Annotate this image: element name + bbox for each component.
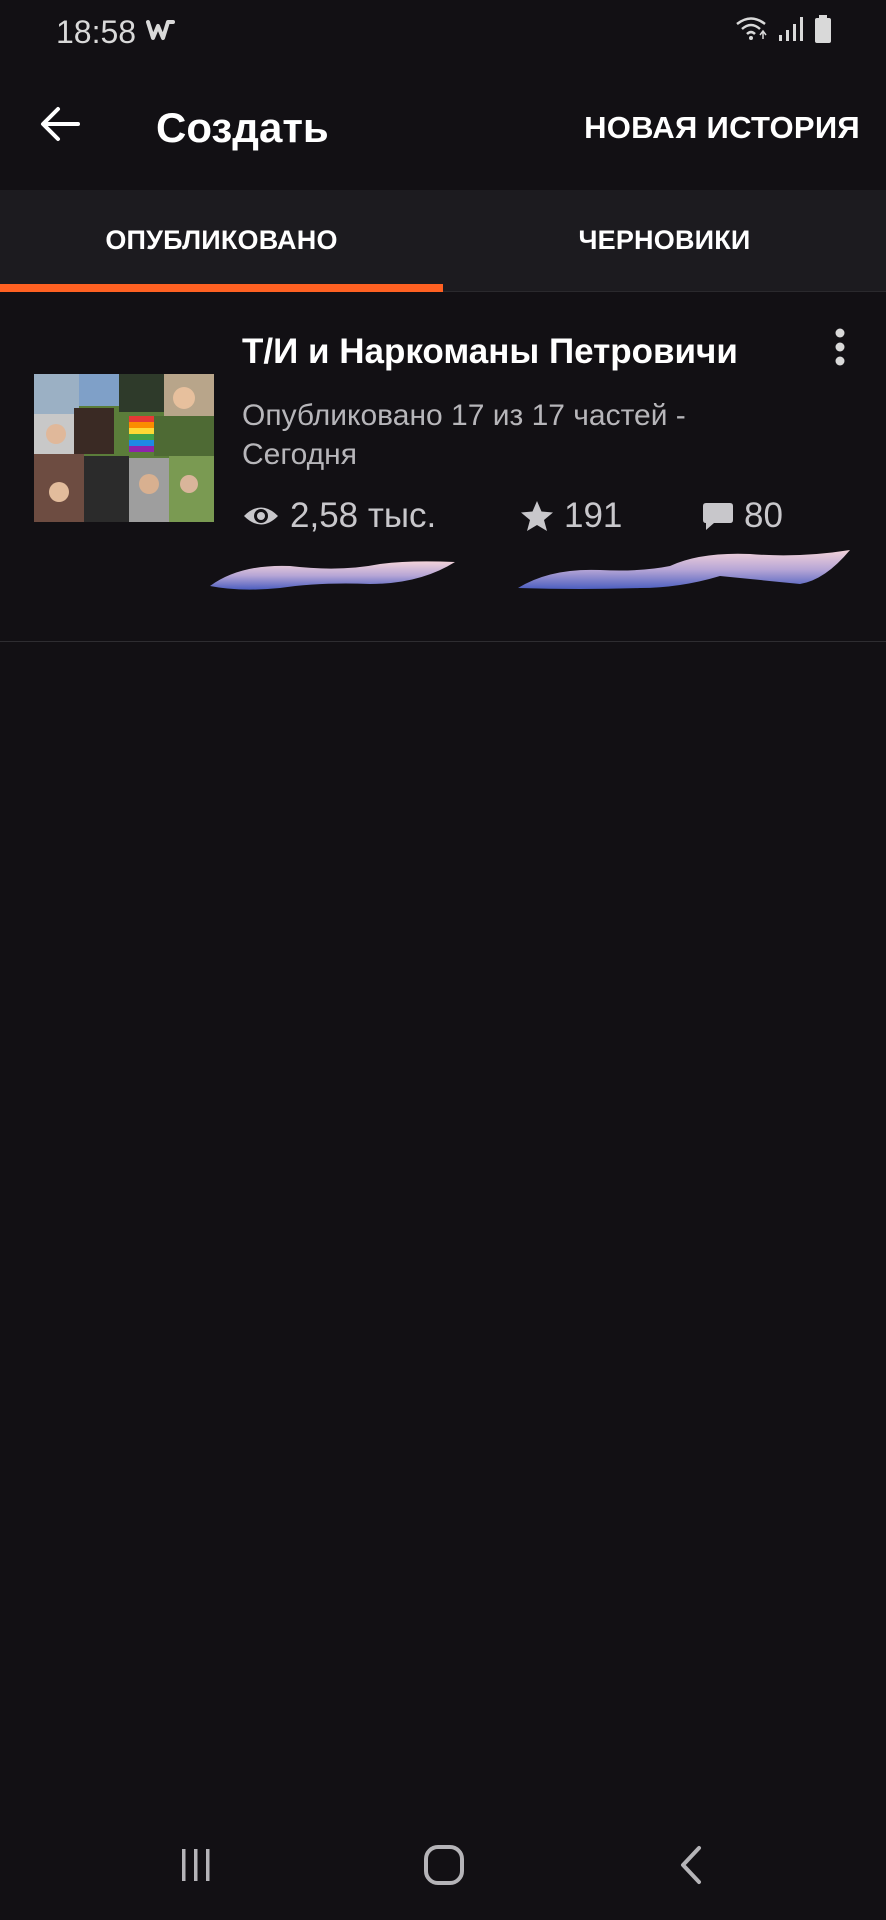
- story-card[interactable]: Т/И и Наркоманы Петровичи Опубликовано 1…: [0, 292, 886, 642]
- tab-indicator: [0, 284, 443, 292]
- redaction-scribble: [210, 550, 850, 590]
- story-meta: Опубликовано 17 из 17 частей - Сегодня: [242, 399, 686, 471]
- votes-count: 191: [564, 496, 623, 535]
- comments-count: 80: [744, 496, 783, 535]
- back-button[interactable]: [30, 94, 90, 154]
- status-bar: 18:58: [0, 0, 886, 64]
- tab-published[interactable]: ОПУБЛИКОВАНО: [0, 190, 443, 292]
- signal-icon: [778, 15, 804, 48]
- reads-count: 2,58 тыс.: [290, 496, 437, 535]
- tab-bar: ОПУБЛИКОВАНО ЧЕРНОВИКИ: [0, 190, 886, 292]
- star-icon: [521, 501, 553, 531]
- tab-drafts[interactable]: ЧЕРНОВИКИ: [443, 190, 886, 291]
- tab-drafts-label: ЧЕРНОВИКИ: [578, 225, 751, 255]
- wifi-icon: [734, 15, 768, 48]
- more-vertical-icon: [835, 328, 845, 366]
- stat-comments: 80: [702, 496, 783, 536]
- back-icon: [681, 1846, 701, 1884]
- story-cover[interactable]: [34, 374, 214, 522]
- wattpad-w-icon: [146, 18, 176, 42]
- arrow-left-icon: [41, 107, 80, 141]
- eye-icon: [244, 507, 278, 525]
- system-back-button[interactable]: [662, 1840, 722, 1890]
- screen: 18:58 Создать НОВАЯ ИСТОРИЯ ОПУБЛИКОВАНО…: [0, 0, 886, 1920]
- recent-apps-button[interactable]: [166, 1840, 226, 1890]
- stat-reads: 2,58 тыс.: [242, 496, 436, 536]
- story-cover-collage: [34, 374, 214, 522]
- recent-apps-icon: [182, 1849, 210, 1881]
- story-stats: 2,58 тыс. 191 80: [242, 496, 862, 546]
- home-icon: [424, 1845, 464, 1885]
- app-bar: Создать НОВАЯ ИСТОРИЯ: [0, 64, 886, 190]
- status-time: 18:58: [56, 14, 137, 50]
- status-icons: [734, 14, 832, 49]
- battery-icon: [814, 14, 832, 49]
- stat-votes: 191: [520, 496, 622, 536]
- comment-icon: [703, 503, 733, 530]
- new-story-button[interactable]: НОВАЯ ИСТОРИЯ: [584, 110, 860, 146]
- system-nav-bar: [0, 1810, 886, 1920]
- more-button[interactable]: [822, 322, 858, 372]
- story-title[interactable]: Т/И и Наркоманы Петровичи: [242, 332, 738, 372]
- tab-published-label: ОПУБЛИКОВАНО: [105, 225, 338, 255]
- home-button[interactable]: [414, 1840, 474, 1890]
- page-title: Создать: [156, 104, 329, 151]
